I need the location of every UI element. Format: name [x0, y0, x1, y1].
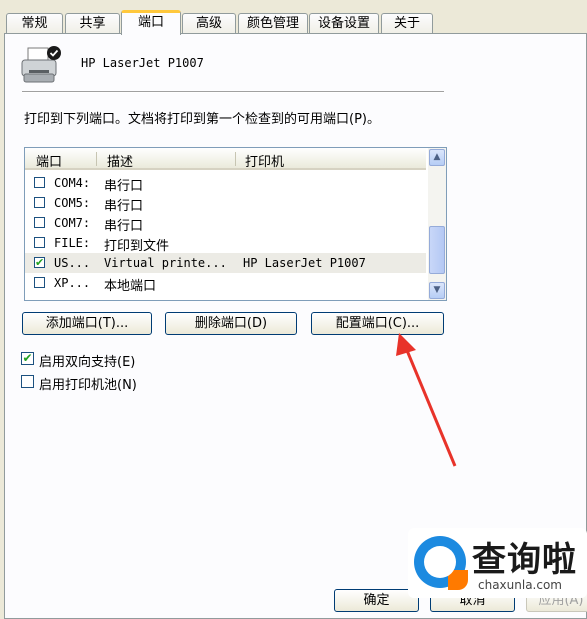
watermark-url: chaxunla.com	[478, 578, 562, 592]
annotation-arrow-icon	[396, 333, 457, 467]
watermark-logo-icon	[414, 536, 468, 590]
ok-button[interactable]: 确定	[334, 589, 419, 612]
watermark-text: 查询啦	[472, 540, 577, 580]
tab-ports[interactable]: 端口	[121, 10, 181, 35]
watermark: 查询啦 chaxunla.com	[408, 528, 587, 598]
